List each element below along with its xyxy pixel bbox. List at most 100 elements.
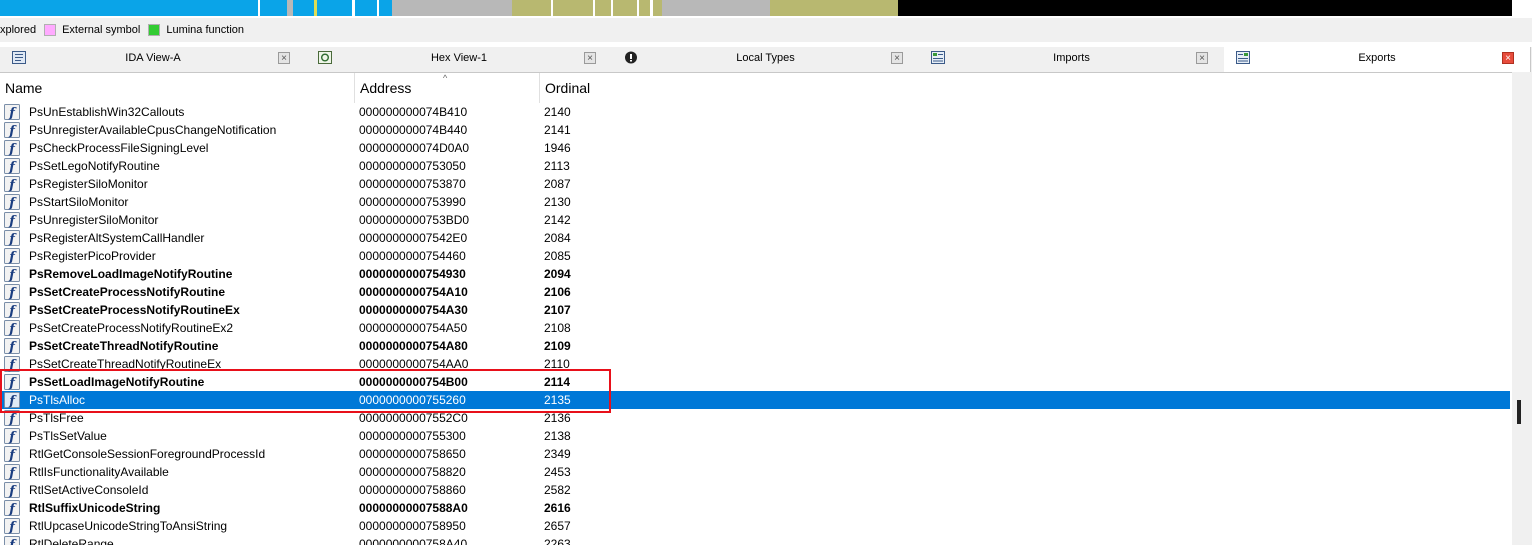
vertical-scrollbar[interactable]	[1512, 72, 1532, 545]
column-header-address[interactable]: Address	[355, 73, 540, 103]
export-address: 0000000000758650	[359, 447, 466, 461]
export-ordinal: 2109	[544, 339, 571, 353]
export-name: PsSetLegoNotifyRoutine	[29, 159, 160, 173]
function-icon: f	[4, 500, 20, 517]
legend-swatch	[148, 24, 161, 36]
table-row[interactable]: f PsRegisterSiloMonitor 0000000000753870 20…	[0, 175, 1510, 193]
table-row[interactable]: f PsCheckProcessFileSigningLevel 000000000…	[0, 139, 1510, 157]
tab-hex-view-1[interactable]: Hex View-1 ×	[306, 47, 613, 71]
export-name: RtlSetActiveConsoleId	[29, 483, 149, 497]
export-address: 0000000000753990	[359, 195, 466, 209]
table-row[interactable]: f PsUnEstablishWin32Callouts 000000000074B…	[0, 103, 1510, 121]
table-row[interactable]: f PsSetCreateProcessNotifyRoutine 00000000…	[0, 283, 1510, 301]
export-name: PsStartSiloMonitor	[29, 195, 129, 209]
export-name: PsSetCreateProcessNotifyRoutineEx	[29, 303, 240, 317]
table-row[interactable]: f PsRegisterAltSystemCallHandler 000000000…	[0, 229, 1510, 247]
export-address: 0000000000754460	[359, 249, 466, 263]
table-row[interactable]: f PsRegisterPicoProvider 0000000000754460 2…	[0, 247, 1510, 265]
imports-icon	[931, 51, 945, 64]
export-name: PsRegisterAltSystemCallHandler	[29, 231, 205, 245]
export-ordinal: 2453	[544, 465, 571, 479]
table-row[interactable]: f PsSetCreateProcessNotifyRoutineEx2 00000…	[0, 319, 1510, 337]
tab-local-types[interactable]: Local Types ×	[612, 47, 920, 71]
function-icon: f	[4, 482, 20, 499]
table-row[interactable]: f PsStartSiloMonitor 0000000000753990 2130	[0, 193, 1510, 211]
export-address: 0000000000758820	[359, 465, 466, 479]
legend-swatch	[44, 24, 57, 36]
export-address: 0000000000755300	[359, 429, 466, 443]
export-name: PsSetCreateProcessNotifyRoutine	[29, 285, 226, 299]
function-icon: f	[4, 320, 20, 337]
table-row[interactable]: f RtlSetActiveConsoleId 0000000000758860 25…	[0, 481, 1510, 499]
ida-view-icon	[12, 51, 26, 64]
close-icon[interactable]: ×	[891, 52, 903, 64]
table-row[interactable]: f PsSetCreateThreadNotifyRoutine 000000000…	[0, 337, 1510, 355]
navigation-band[interactable]	[0, 0, 1512, 16]
function-icon: f	[4, 140, 20, 157]
export-ordinal: 2130	[544, 195, 571, 209]
export-name: PsUnEstablishWin32Callouts	[29, 105, 185, 119]
export-ordinal: 2140	[544, 105, 571, 119]
function-icon: f	[4, 518, 20, 535]
function-icon: f	[4, 248, 20, 265]
tab-label: Hex View-1	[430, 52, 488, 64]
export-name: PsCheckProcessFileSigningLevel	[29, 141, 209, 155]
export-address: 000000000074B410	[359, 105, 468, 119]
export-address: 0000000000758A40	[359, 537, 468, 545]
tab-label: Local Types	[736, 52, 795, 64]
close-icon[interactable]: ×	[1502, 52, 1514, 64]
export-ordinal: 2142	[544, 213, 571, 227]
table-row[interactable]: f PsRemoveLoadImageNotifyRoutine 000000000…	[0, 265, 1510, 283]
table-row[interactable]: f PsUnregisterAvailableCpusChangeNotifica…	[0, 121, 1510, 139]
export-ordinal: 1946	[544, 141, 571, 155]
export-name: PsSetCreateThreadNotifyRoutine	[29, 339, 219, 353]
export-name: PsTlsSetValue	[29, 429, 107, 443]
export-address: 00000000007552C0	[359, 411, 468, 425]
table-row[interactable]: f PsSetLegoNotifyRoutine 0000000000753050 2…	[0, 157, 1510, 175]
close-icon[interactable]: ×	[584, 52, 596, 64]
export-address: 0000000000754930	[359, 267, 466, 281]
export-name: RtlSuffixUnicodeString	[29, 501, 161, 515]
scrollbar-thumb[interactable]	[1517, 400, 1521, 424]
tab-label: Imports	[1053, 52, 1090, 64]
table-row[interactable]: f PsTlsSetValue 0000000000755300 2138	[0, 427, 1510, 445]
function-icon: f	[4, 536, 20, 545]
function-icon: f	[4, 338, 20, 355]
export-address: 0000000000754A10	[359, 285, 468, 299]
export-name: PsSetCreateProcessNotifyRoutineEx2	[29, 321, 234, 335]
export-ordinal: 2138	[544, 429, 571, 443]
export-name: PsUnregisterAvailableCpusChangeNotificat…	[29, 123, 277, 137]
tab-bar: IDA View-A × Hex View-1 × Local Types × Import…	[0, 47, 1532, 73]
column-header-name[interactable]: Name	[0, 73, 355, 103]
export-address: 00000000007542E0	[359, 231, 468, 245]
function-icon: f	[4, 446, 20, 463]
tab-label: Exports	[1358, 52, 1396, 64]
export-address: 0000000000758860	[359, 483, 466, 497]
export-name: PsUnregisterSiloMonitor	[29, 213, 159, 227]
tab-imports[interactable]: Imports ×	[919, 47, 1225, 71]
exports-icon	[1236, 51, 1250, 64]
export-name: PsRemoveLoadImageNotifyRoutine	[29, 267, 233, 281]
table-row[interactable]: f RtlSuffixUnicodeString 00000000007588A0 2…	[0, 499, 1510, 517]
table-row[interactable]: f RtlDeleteRange 0000000000758A40 2263	[0, 535, 1510, 545]
close-icon[interactable]: ×	[278, 52, 290, 64]
export-ordinal: 2087	[544, 177, 571, 191]
table-row[interactable]: f PsSetCreateProcessNotifyRoutineEx 000000…	[0, 301, 1510, 319]
export-address: 0000000000753050	[359, 159, 466, 173]
table-row[interactable]: f RtlGetConsoleSessionForegroundProcessId…	[0, 445, 1510, 463]
table-row[interactable]: f RtlIsFunctionalityAvailable 000000000075…	[0, 463, 1510, 481]
close-icon[interactable]: ×	[1196, 52, 1208, 64]
tab-exports[interactable]: Exports ×	[1224, 47, 1531, 72]
column-header-ordinal[interactable]: Ordinal	[540, 73, 1512, 103]
table-row[interactable]: f PsUnregisterSiloMonitor 0000000000753BD0…	[0, 211, 1510, 229]
export-ordinal: 2657	[544, 519, 571, 533]
table-row[interactable]: f RtlUpcaseUnicodeStringToAnsiString 00000…	[0, 517, 1510, 535]
legend-label: xplored	[0, 24, 37, 36]
export-ordinal: 2085	[544, 249, 571, 263]
function-icon: f	[4, 428, 20, 445]
legend-item: xplored	[0, 24, 36, 36]
export-ordinal: 2616	[544, 501, 571, 515]
function-icon: f	[4, 194, 20, 211]
tab-ida-view-a[interactable]: IDA View-A ×	[0, 47, 307, 71]
sort-indicator-icon: ^	[443, 73, 448, 83]
